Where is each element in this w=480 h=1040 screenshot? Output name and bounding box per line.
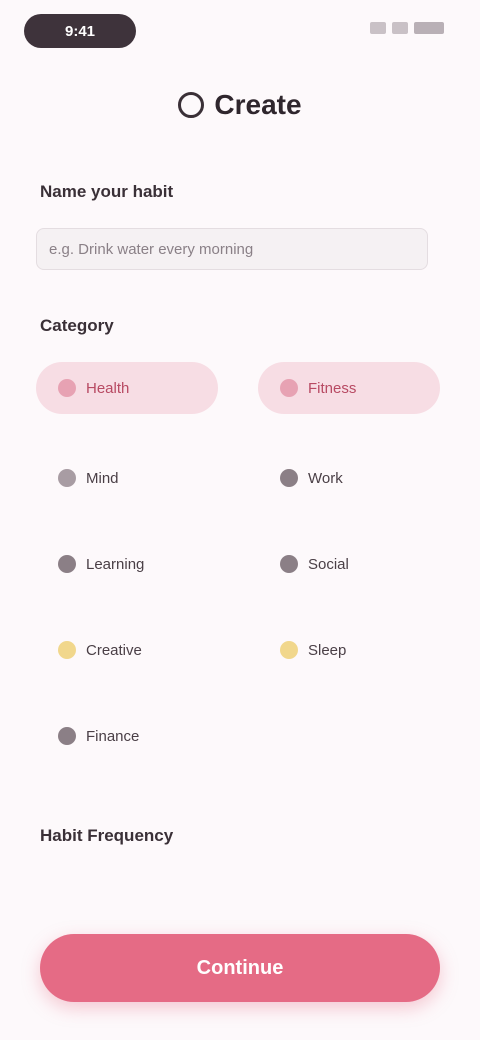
circle-icon xyxy=(178,92,205,118)
category-section-title: Category xyxy=(40,316,114,335)
category-chip-label: Mind xyxy=(86,469,119,487)
category-chip-label: Finance xyxy=(86,727,140,745)
category-chip-sleep[interactable]: Sleep xyxy=(258,624,440,676)
briefcase-icon xyxy=(280,469,298,487)
category-chip-fitness[interactable]: Fitness xyxy=(258,362,440,414)
heart-icon xyxy=(58,379,76,397)
signal-icon xyxy=(370,22,386,34)
category-chip-mind[interactable]: Mind xyxy=(36,452,218,504)
continue-button[interactable]: Continue xyxy=(40,934,440,1002)
screen: 9:41 Create Name your habit Category Hea… xyxy=(0,0,480,1040)
dumbbell-icon xyxy=(280,379,298,397)
category-chip-creative[interactable]: Creative xyxy=(36,624,218,676)
category-chip-label: Sleep xyxy=(308,641,347,659)
status-time: 9:41 xyxy=(24,14,136,48)
book-icon xyxy=(58,555,76,573)
wallet-icon xyxy=(58,727,76,745)
habit-name-input[interactable] xyxy=(36,228,428,270)
category-chip-health[interactable]: Health xyxy=(36,362,218,414)
category-chip-label: Creative xyxy=(86,641,142,659)
people-icon xyxy=(280,555,298,573)
category-chip-learning[interactable]: Learning xyxy=(36,538,218,590)
category-chip-label: Social xyxy=(308,555,349,573)
moon-icon xyxy=(280,641,298,659)
name-section-title: Name your habit xyxy=(40,182,174,201)
wifi-icon xyxy=(392,22,408,34)
sparkle-icon xyxy=(58,641,76,659)
frequency-section-title: Habit Frequency xyxy=(40,826,174,845)
status-icons xyxy=(370,22,444,34)
status-bar: 9:41 xyxy=(0,0,480,60)
header: Create xyxy=(0,80,480,130)
category-chip-label: Work xyxy=(308,469,343,487)
category-chip-social[interactable]: Social xyxy=(258,538,440,590)
brain-icon xyxy=(58,469,76,487)
category-chip-work[interactable]: Work xyxy=(258,452,440,504)
page-title: Create xyxy=(214,89,302,120)
category-chip-label: Health xyxy=(86,379,130,397)
category-chip-finance[interactable]: Finance xyxy=(36,710,218,762)
battery-icon xyxy=(414,22,444,34)
category-chip-label: Learning xyxy=(86,555,145,573)
category-chip-label: Fitness xyxy=(308,379,357,397)
